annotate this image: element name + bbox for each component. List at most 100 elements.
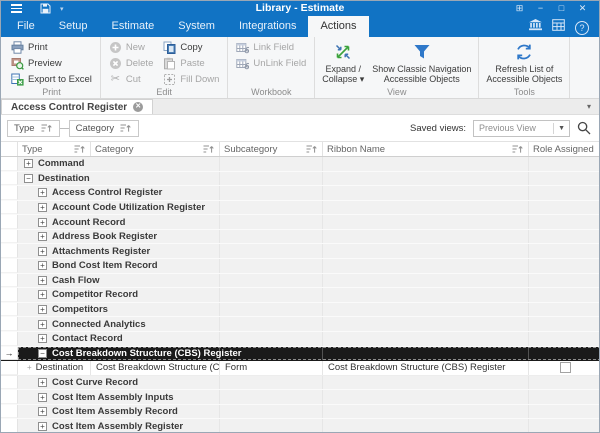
- sort-icon: [73, 143, 86, 156]
- ribbon-button-paste[interactable]: Paste: [158, 55, 224, 71]
- group-row-competitors[interactable]: +Competitors: [1, 303, 599, 318]
- expand-icon[interactable]: +: [24, 159, 33, 168]
- column-header-category[interactable]: Category: [91, 142, 220, 156]
- tab-access-control-register[interactable]: Access Control Register ✕: [1, 99, 153, 114]
- ribbon-button-refresh-list-of-accessible-objects[interactable]: Refresh List ofAccessible Objects: [482, 39, 566, 85]
- chevron-down-icon[interactable]: ▼: [553, 123, 567, 134]
- group-row-cost-item-assembly-register[interactable]: +Cost Item Assembly Register: [1, 419, 599, 432]
- ribbon-tab-system[interactable]: System: [166, 16, 227, 37]
- expand-icon[interactable]: +: [38, 247, 47, 256]
- ribbon-tab-setup[interactable]: Setup: [47, 16, 100, 37]
- tab-list-caret-icon[interactable]: ▾: [587, 102, 591, 111]
- expand-icon[interactable]: +: [38, 188, 47, 197]
- ribbon-tab-bar: FileSetupEstimateSystemIntegrationsActio…: [1, 16, 599, 37]
- column-header-ribbon-name[interactable]: Ribbon Name: [323, 142, 529, 156]
- expand-icon[interactable]: +: [38, 232, 47, 241]
- group-row-label: Contact Record: [52, 333, 123, 344]
- expand-icon[interactable]: +: [38, 218, 47, 227]
- expand-icon[interactable]: +: [38, 203, 47, 212]
- cell-ribbon-name: [323, 157, 529, 171]
- row-indicator: [1, 376, 18, 390]
- library-icon[interactable]: [529, 18, 542, 36]
- ribbon-group-tools: Refresh List ofAccessible ObjectsTools: [479, 37, 570, 98]
- app-menu-icon[interactable]: [11, 4, 22, 13]
- group-row-destination[interactable]: −Destination: [1, 172, 599, 187]
- data-row[interactable]: +DestinationCost Breakdown Structure (CB…: [1, 361, 599, 376]
- cell-ribbon-name: [323, 215, 529, 229]
- group-row-address-book-register[interactable]: + Address Book Register: [1, 230, 599, 245]
- ribbon-button-preview[interactable]: Preview: [6, 55, 97, 71]
- close-icon[interactable]: ✕: [572, 1, 593, 16]
- cell-role-assigned: [529, 317, 599, 331]
- expand-icon[interactable]: +: [38, 261, 47, 270]
- cell-role-assigned: [529, 157, 599, 171]
- minimize-icon[interactable]: −: [530, 1, 551, 16]
- group-row-account-record[interactable]: +Account Record: [1, 215, 599, 230]
- expand-icon[interactable]: +: [38, 393, 47, 402]
- group-row-attachments-register[interactable]: +Attachments Register: [1, 244, 599, 259]
- expand-icon[interactable]: +: [38, 407, 47, 416]
- ribbon-tab-file[interactable]: File: [5, 16, 47, 37]
- ribbon-button-cut[interactable]: ✂Cut: [104, 71, 158, 87]
- column-header-subcategory[interactable]: Subcategory: [220, 142, 323, 156]
- group-row-cost-item-assembly-record[interactable]: +Cost Item Assembly Record: [1, 405, 599, 420]
- workspace-grid-icon[interactable]: [552, 18, 565, 36]
- group-row-bond-cost-item-record[interactable]: +Bond Cost Item Record: [1, 259, 599, 274]
- ribbon-button-expand-collapse[interactable]: Expand /Collapse ▾: [318, 39, 368, 85]
- ribbon-button-copy[interactable]: Copy: [158, 39, 224, 55]
- group-row-command[interactable]: +Command: [1, 157, 599, 172]
- saved-views-select[interactable]: Previous View ▼: [473, 120, 570, 137]
- group-row-label: Address Book Register: [52, 231, 157, 242]
- group-row-contact-record[interactable]: + Contact Record: [1, 332, 599, 347]
- close-tab-icon[interactable]: ✕: [133, 102, 143, 112]
- expand-icon[interactable]: +: [38, 305, 47, 314]
- column-header-type[interactable]: Type: [18, 142, 91, 156]
- group-row-competitor-record[interactable]: +Competitor Record: [1, 288, 599, 303]
- ribbon-tab-integrations[interactable]: Integrations: [227, 16, 308, 37]
- cell-subcategory: [220, 317, 323, 331]
- ribbon-options-icon[interactable]: ⊞: [509, 1, 530, 16]
- group-row-access-control-register[interactable]: +Access Control Register: [1, 186, 599, 201]
- column-header-role-assigned[interactable]: Role Assigned: [529, 142, 599, 156]
- role-assigned-checkbox[interactable]: [560, 362, 571, 373]
- collapse-icon[interactable]: −: [38, 349, 47, 358]
- expand-icon[interactable]: +: [38, 378, 47, 387]
- group-row-account-code-utilization-register[interactable]: +Account Code Utilization Register: [1, 201, 599, 216]
- ribbon-tab-actions[interactable]: Actions: [308, 16, 368, 37]
- quick-save-icon[interactable]: [40, 3, 51, 14]
- group-chip-category[interactable]: Category: [69, 120, 140, 137]
- expand-icon[interactable]: +: [38, 334, 47, 343]
- app-window: ▾ Library - Estimate ⊞−□✕ FileSetupEstim…: [0, 0, 600, 433]
- ribbon-button-new[interactable]: New: [104, 39, 158, 55]
- ribbon-button-delete[interactable]: Delete: [104, 55, 158, 71]
- ribbon-button-label: Paste: [180, 58, 204, 69]
- expand-icon[interactable]: +: [38, 290, 47, 299]
- expand-icon[interactable]: +: [38, 276, 47, 285]
- group-row-cost-breakdown-structure-cbs-register[interactable]: →−Cost Breakdown Structure (CBS) Registe…: [1, 347, 599, 362]
- ribbon-button-unlink-field[interactable]: UnLink Field: [231, 55, 311, 71]
- export-excel-icon: [11, 73, 24, 86]
- ribbon-button-fill-down[interactable]: Fill Down: [158, 71, 224, 87]
- expand-icon[interactable]: +: [27, 364, 32, 372]
- help-icon[interactable]: ?: [575, 18, 589, 36]
- group-chip-type[interactable]: Type: [7, 120, 60, 137]
- group-row-cost-curve-record[interactable]: +Cost Curve Record: [1, 376, 599, 391]
- document-tab-bar: Access Control Register ✕ ▾: [1, 99, 599, 115]
- ribbon-button-link-field[interactable]: Link Field: [231, 39, 311, 55]
- group-row-cash-flow[interactable]: +Cash Flow: [1, 274, 599, 289]
- ribbon-button-export-to-excel[interactable]: Export to Excel: [6, 71, 97, 87]
- expand-icon[interactable]: +: [38, 422, 47, 431]
- search-icon[interactable]: [577, 121, 591, 135]
- collapse-icon[interactable]: −: [24, 174, 33, 183]
- cell-ribbon-name: [323, 172, 529, 186]
- ribbon-tab-estimate[interactable]: Estimate: [99, 16, 166, 37]
- unlink-field-icon: [236, 57, 249, 70]
- group-row-cost-item-assembly-inputs[interactable]: +Cost Item Assembly Inputs: [1, 390, 599, 405]
- expand-icon[interactable]: +: [38, 320, 47, 329]
- ribbon-button-label: Delete: [126, 58, 153, 69]
- quick-access-caret-icon[interactable]: ▾: [60, 5, 64, 13]
- ribbon-button-print[interactable]: Print: [6, 39, 97, 55]
- ribbon-button-show-classic-navigation-accessible-objects[interactable]: Show Classic NavigationAccessible Object…: [368, 39, 475, 85]
- group-row-connected-analytics[interactable]: +Connected Analytics: [1, 317, 599, 332]
- maximize-icon[interactable]: □: [551, 1, 572, 16]
